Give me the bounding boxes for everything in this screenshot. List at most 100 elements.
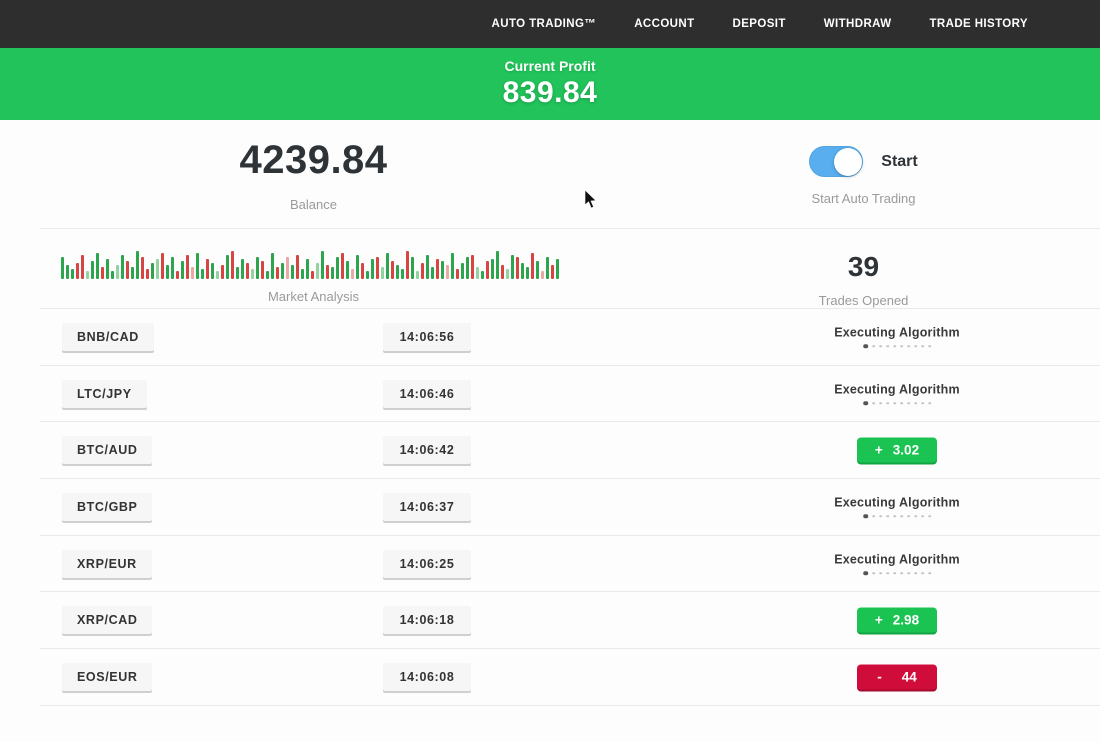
nav-item-deposit[interactable]: DEPOSIT <box>733 18 786 30</box>
market-bar <box>96 253 99 279</box>
progress-dot <box>907 345 910 348</box>
market-bar <box>446 265 449 279</box>
market-bar <box>211 263 214 279</box>
market-bar <box>416 271 419 279</box>
market-bar <box>146 269 149 279</box>
mouse-cursor <box>584 190 598 210</box>
trade-status: Executing Algorithm <box>834 495 960 519</box>
market-bar <box>306 259 309 279</box>
trade-status: - 44 <box>857 664 937 689</box>
trades-list: BNB/CAD14:06:56Executing Algorithm LTC/JP… <box>40 308 1100 706</box>
market-bar <box>531 253 534 279</box>
progress-dot <box>921 402 924 405</box>
market-bar <box>431 267 434 279</box>
trade-result-badge: +2.98 <box>857 608 937 633</box>
trade-status: Executing Algorithm <box>834 325 960 349</box>
pair-badge[interactable]: EOS/EUR <box>62 663 152 691</box>
market-bar <box>536 261 539 279</box>
market-bar <box>426 255 429 279</box>
progress-dot <box>879 572 882 575</box>
result-sign: - <box>877 669 882 684</box>
progress-dot <box>928 515 931 518</box>
market-bar <box>456 269 459 279</box>
market-bar <box>101 267 104 279</box>
market-bar <box>551 265 554 279</box>
market-bar <box>271 253 274 279</box>
pair-badge[interactable]: BTC/GBP <box>62 493 152 521</box>
market-bar <box>246 263 249 279</box>
market-bar <box>361 263 364 279</box>
toggle-label: Start <box>881 153 917 171</box>
pair-badge[interactable]: BNB/CAD <box>62 323 154 351</box>
progress-dot <box>863 344 868 349</box>
market-bar <box>496 251 499 279</box>
market-bar <box>106 259 109 279</box>
market-bar <box>521 263 524 279</box>
summary-section: 4239.84 Balance Start Start Auto Trading <box>0 120 1100 212</box>
market-bar <box>291 265 294 279</box>
market-bar <box>176 271 179 279</box>
progress-dot <box>879 402 882 405</box>
market-bar <box>261 261 264 279</box>
progress-dot <box>886 402 889 405</box>
nav-item-trade-history[interactable]: TRADE HISTORY <box>930 18 1029 30</box>
auto-trading-caption: Start Auto Trading <box>811 191 915 206</box>
market-bar <box>286 257 289 279</box>
nav-item-withdraw[interactable]: WITHDRAW <box>824 18 892 30</box>
pair-badge[interactable]: XRP/CAD <box>62 606 152 634</box>
market-bar <box>266 271 269 279</box>
result-value: 44 <box>902 669 917 684</box>
market-bar <box>391 261 394 279</box>
market-bar <box>331 267 334 279</box>
trade-status: +3.02 <box>857 438 937 463</box>
progress-dot <box>900 572 903 575</box>
market-bar <box>541 271 544 279</box>
progress-dot <box>907 572 910 575</box>
progress-dot <box>928 572 931 575</box>
pair-badge[interactable]: LTC/JPY <box>62 380 147 408</box>
progress-dot <box>900 345 903 348</box>
market-bar <box>461 263 464 279</box>
progress-dot <box>879 345 882 348</box>
market-bar <box>421 263 424 279</box>
market-bar <box>401 269 404 279</box>
trade-time: 14:06:25 <box>383 550 471 578</box>
progress-dot <box>893 402 896 405</box>
progress-dot <box>872 402 875 405</box>
market-bar <box>86 271 89 279</box>
current-profit-label: Current Profit <box>505 58 596 74</box>
market-bar <box>196 253 199 279</box>
executing-label: Executing Algorithm <box>834 552 960 566</box>
progress-dot <box>863 514 868 519</box>
trade-result-badge: +3.02 <box>857 438 937 463</box>
market-bar <box>356 255 359 279</box>
balance-caption: Balance <box>290 197 337 212</box>
balance-value: 4239.84 <box>239 138 387 183</box>
market-bar <box>481 271 484 279</box>
progress-dot <box>893 515 896 518</box>
nav-item-account[interactable]: ACCOUNT <box>634 18 694 30</box>
progress-dot <box>863 401 868 406</box>
nav-item-auto-trading[interactable]: AUTO TRADING™ <box>492 18 597 30</box>
market-bar <box>321 251 324 279</box>
progress-dot <box>914 402 917 405</box>
progress-dot <box>928 402 931 405</box>
market-bar <box>61 257 64 279</box>
market-bar <box>501 265 504 279</box>
pair-badge[interactable]: XRP/EUR <box>62 550 152 578</box>
trade-row: BNB/CAD14:06:56Executing Algorithm <box>40 309 1100 366</box>
market-bar <box>121 255 124 279</box>
market-bar <box>231 251 234 279</box>
progress-dot <box>928 345 931 348</box>
progress-dot <box>886 572 889 575</box>
market-bar <box>171 257 174 279</box>
market-bar <box>351 269 354 279</box>
market-bar <box>411 257 414 279</box>
executing-label: Executing Algorithm <box>834 495 960 509</box>
market-bar <box>326 265 329 279</box>
pair-badge[interactable]: BTC/AUD <box>62 436 152 464</box>
market-bar <box>376 257 379 279</box>
auto-trading-toggle[interactable] <box>809 146 863 177</box>
trade-time: 14:06:46 <box>383 380 471 408</box>
executing-label: Executing Algorithm <box>834 325 960 339</box>
